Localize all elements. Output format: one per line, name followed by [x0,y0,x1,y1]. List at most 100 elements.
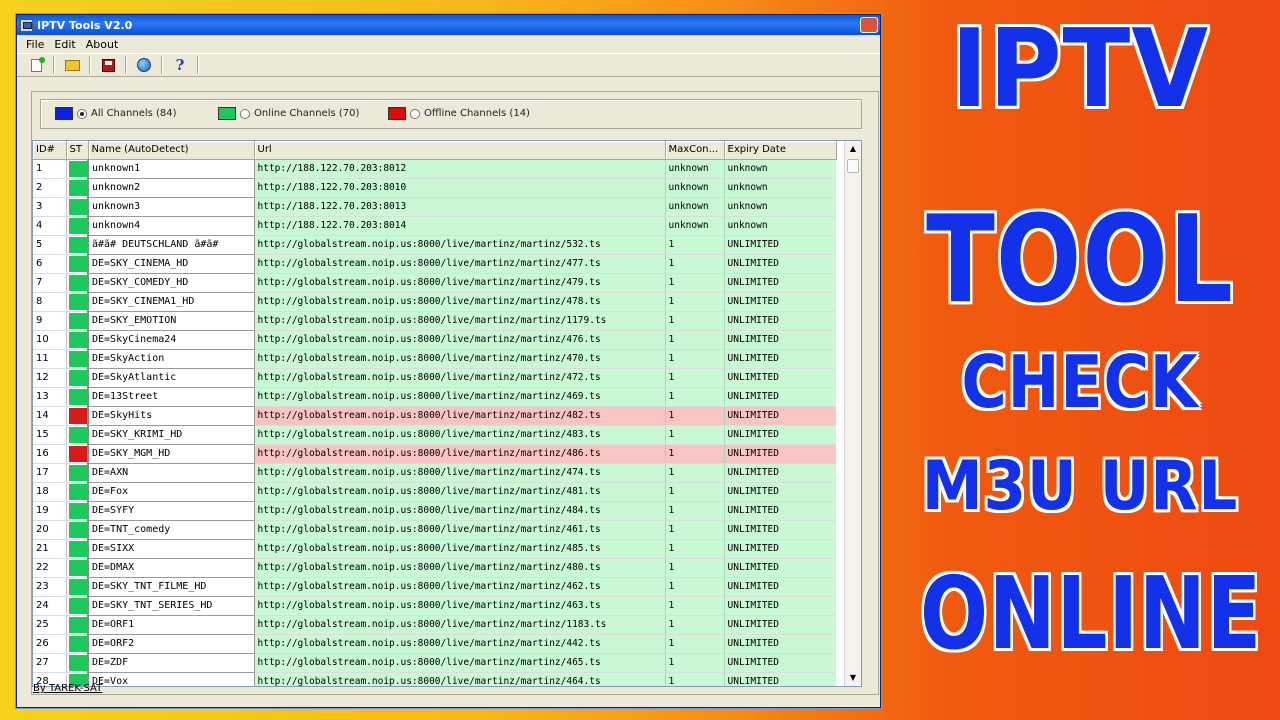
table-row[interactable]: 28 DE=Vox http://globalstream.noip.us:8000… [33,671,836,686]
table-row[interactable]: 5 ã#ã# DEUTSCHLAND ã#ã# http://globalstrea… [33,234,836,255]
channel-url: http://globalstream.noip.us:8000/live/ma… [254,330,666,350]
save-button[interactable] [95,54,121,76]
table-row[interactable]: 2 unknown2 http://188.122.70.203:8010 unkno… [33,177,836,198]
table-row[interactable]: 1 unknown1 http://188.122.70.203:8012 unkno… [33,158,836,179]
max-connections: 1 [665,273,725,293]
col-header-expiry[interactable]: Expiry Date [724,141,837,160]
scroll-down-icon[interactable]: ▼ [845,670,861,686]
table-row[interactable]: 26 DE=ORF2 http://globalstream.noip.us:800… [33,633,836,654]
table-row[interactable]: 8 DE=SKY_CINEMA1_HD http://globalstream.no… [33,291,836,312]
table-row[interactable]: 9 DE=SKY_EMOTION http://globalstream.noip.… [33,310,836,331]
filter-offline[interactable]: Offline Channels (14) [388,107,530,120]
max-connections: 1 [665,615,725,635]
menu-edit[interactable]: Edit [49,38,80,51]
table-row[interactable]: 23 DE=SKY_TNT_FILME_HD http://globalstream… [33,576,836,597]
row-id: 7 [33,273,67,293]
expiry-date: UNLIMITED [724,254,836,274]
channel-name: DE=SKY_CINEMA_HD [87,253,255,274]
channel-table: ID# ST Name (AutoDetect) Url MaxCon... E… [33,141,837,686]
all-channels-label: All Channels (84) [91,108,177,119]
channel-grid[interactable]: ID# ST Name (AutoDetect) Url MaxCon... E… [32,140,862,687]
title-bar[interactable]: IPTV Tools V2.0 [17,15,880,35]
close-button[interactable] [860,17,878,33]
table-row[interactable]: 6 DE=SKY_CINEMA_HD http://globalstream.noi… [33,253,836,274]
filter-online[interactable]: Online Channels (70) [218,107,359,120]
status-indicator [68,559,87,576]
headline-line-3: CHECK [961,340,1199,424]
channel-url: http://188.122.70.203:8013 [254,197,666,217]
globe-button[interactable] [131,54,157,76]
row-id: 18 [33,482,67,502]
menu-about[interactable]: About [81,38,124,51]
status-indicator [68,217,87,234]
table-row[interactable]: 12 DE=SkyAtlantic http://globalstream.noip… [33,367,836,388]
channel-name: DE=SkyAtlantic [87,367,255,388]
status-indicator [68,350,87,367]
expiry-date: UNLIMITED [724,482,836,502]
table-row[interactable]: 19 DE=SYFY http://globalstream.noip.us:800… [33,500,836,521]
toolbar-separator [53,56,55,74]
channel-name: DE=DMAX [87,557,255,578]
channel-url: http://globalstream.noip.us:8000/live/ma… [254,672,666,686]
table-row[interactable]: 13 DE=13Street http://globalstream.noip.us… [33,386,836,407]
max-connections: 1 [665,235,725,255]
status-indicator [68,483,87,500]
table-row[interactable]: 17 DE=AXN http://globalstream.noip.us:8000… [33,462,836,483]
filter-all[interactable]: All Channels (84) [55,107,177,120]
expiry-date: unknown [724,178,836,198]
channel-filter: All Channels (84) Online Channels (70) O… [40,99,862,129]
vertical-scrollbar[interactable]: ▲ ▼ [844,141,861,686]
table-row[interactable]: 20 DE=TNT_comedy http://globalstream.noip.… [33,519,836,540]
max-connections: 1 [665,387,725,407]
table-row[interactable]: 11 DE=SkyAction http://globalstream.noip.u… [33,348,836,369]
col-header-url[interactable]: Url [254,141,666,160]
row-id: 15 [33,425,67,445]
row-id: 22 [33,558,67,578]
table-row[interactable]: 7 DE=SKY_COMEDY_HD http://globalstream.noi… [33,272,836,293]
table-row[interactable]: 4 unknown4 http://188.122.70.203:8014 unkno… [33,215,836,236]
scroll-up-icon[interactable]: ▲ [845,141,861,157]
max-connections: 1 [665,254,725,274]
help-button[interactable]: ? [167,54,193,76]
channel-url: http://globalstream.noip.us:8000/live/ma… [254,615,666,635]
col-header-id[interactable]: ID# [33,141,67,160]
channel-name: unknown4 [87,215,255,236]
table-row[interactable]: 22 DE=DMAX http://globalstream.noip.us:800… [33,557,836,578]
online-radio[interactable] [240,108,250,119]
status-cell [66,444,89,464]
table-row[interactable]: 15 DE=SKY_KRIMI_HD http://globalstream.noi… [33,424,836,445]
status-cell [66,406,89,426]
table-row[interactable]: 16 DE=SKY_MGM_HD http://globalstream.noip.… [33,443,836,464]
new-button[interactable] [23,54,49,76]
status-indicator [68,426,87,443]
offline-radio[interactable] [410,108,420,119]
menu-file[interactable]: File [21,38,49,51]
col-header-maxcon[interactable]: MaxCon... [665,141,725,160]
table-row[interactable]: 18 DE=Fox http://globalstream.noip.us:8000… [33,481,836,502]
row-id: 27 [33,653,67,673]
max-connections: 1 [665,539,725,559]
expiry-date: unknown [724,216,836,236]
col-header-name[interactable]: Name (AutoDetect) [88,141,255,160]
status-indicator [68,198,87,215]
row-id: 14 [33,406,67,426]
table-row[interactable]: 27 DE=ZDF http://globalstream.noip.us:8000… [33,652,836,673]
table-row[interactable]: 14 DE=SkyHits http://globalstream.noip.us:… [33,405,836,426]
channel-url: http://globalstream.noip.us:8000/live/ma… [254,368,666,388]
open-button[interactable] [59,54,85,76]
row-id: 4 [33,216,67,236]
expiry-date: UNLIMITED [724,596,836,616]
menu-bar: File Edit About [17,35,880,53]
status-indicator [68,293,87,310]
all-radio[interactable] [77,108,87,119]
col-header-status[interactable]: ST [66,141,89,160]
table-row[interactable]: 21 DE=SIXX http://globalstream.noip.us:800… [33,538,836,559]
table-row[interactable]: 24 DE=SKY_TNT_SERIES_HD http://globalstrea… [33,595,836,616]
scroll-thumb[interactable] [847,159,859,173]
table-row[interactable]: 25 DE=ORF1 http://globalstream.noip.us:800… [33,614,836,635]
table-row[interactable]: 3 unknown3 http://188.122.70.203:8013 unkno… [33,196,836,217]
table-row[interactable]: 10 DE=SkyCinema24 http://globalstream.noip… [33,329,836,350]
status-indicator [68,464,87,481]
expiry-date: UNLIMITED [724,653,836,673]
channel-url: http://globalstream.noip.us:8000/live/ma… [254,482,666,502]
